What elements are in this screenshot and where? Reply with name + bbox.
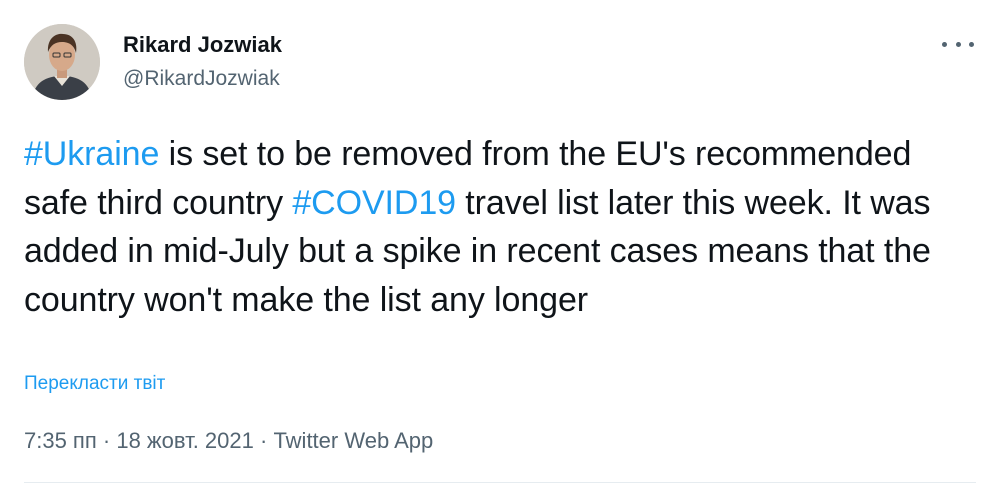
tweet-source-link[interactable]: Twitter Web App xyxy=(273,428,433,453)
tweet-card: Rikard Jozwiak @RikardJozwiak #Ukraine i… xyxy=(0,0,1000,489)
meta-separator: · xyxy=(253,428,274,453)
avatar-portrait-icon xyxy=(24,24,100,100)
ellipsis-icon xyxy=(942,41,947,47)
meta-separator: · xyxy=(96,428,117,453)
avatar[interactable] xyxy=(24,24,100,100)
more-options-button[interactable] xyxy=(942,32,974,56)
hashtag-ukraine-link[interactable]: #Ukraine xyxy=(24,135,159,173)
translate-tweet-link[interactable]: Перекласти твіт xyxy=(24,372,165,396)
ellipsis-icon xyxy=(969,41,974,47)
divider xyxy=(24,482,976,483)
tweet-text: #Ukraine is set to be removed from the E… xyxy=(24,130,974,324)
author-handle[interactable]: @RikardJozwiak xyxy=(123,66,282,92)
ellipsis-icon xyxy=(955,41,961,47)
author-display-name[interactable]: Rikard Jozwiak xyxy=(123,32,282,58)
tweet-metadata: 7:35 пп · 18 жовт. 2021 · Twitter Web Ap… xyxy=(24,427,433,455)
tweet-time-link[interactable]: 7:35 пп xyxy=(24,428,97,453)
author-block: Rikard Jozwiak @RikardJozwiak xyxy=(123,32,282,92)
tweet-date-link[interactable]: 18 жовт. 2021 xyxy=(116,428,254,453)
hashtag-covid19-link[interactable]: #COVID19 xyxy=(292,184,456,222)
